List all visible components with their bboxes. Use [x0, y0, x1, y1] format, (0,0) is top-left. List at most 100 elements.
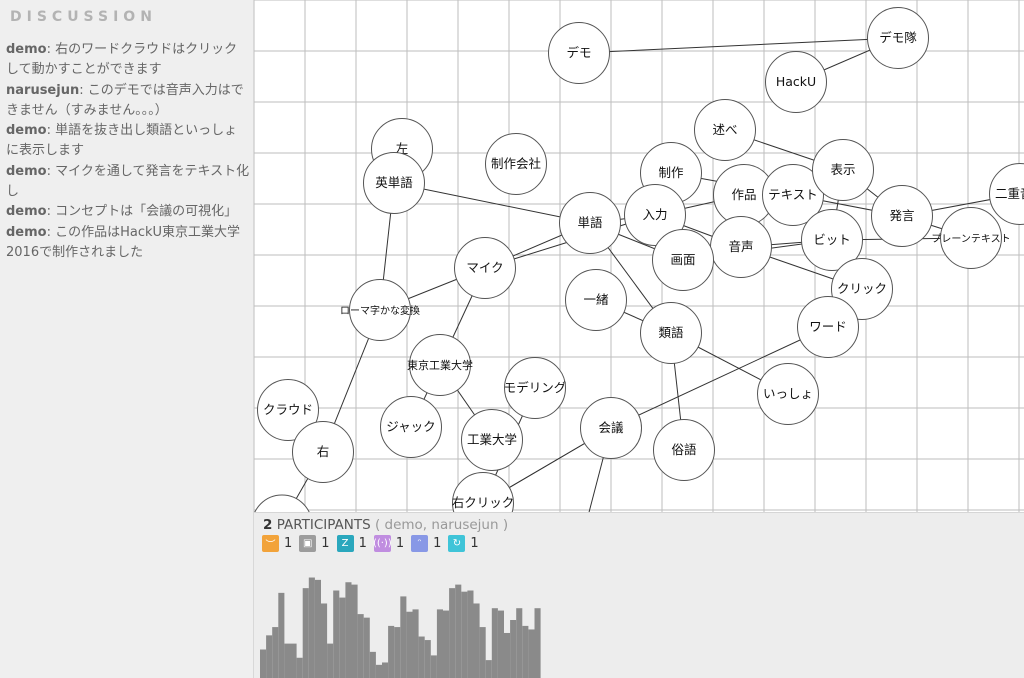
word-node-label: クリック: [837, 281, 887, 296]
word-node[interactable]: 音声: [710, 216, 772, 278]
word-node[interactable]: 一緒: [565, 269, 627, 331]
activity-bar: [522, 625, 529, 678]
activity-bar: [461, 591, 468, 678]
gray-face-icon: ▣: [299, 535, 317, 552]
word-node-label: いっしょ: [763, 386, 813, 401]
word-node[interactable]: 右クリック: [452, 472, 515, 513]
word-node[interactable]: 述べ: [694, 99, 756, 161]
word-node[interactable]: デモ: [548, 22, 610, 84]
participant-avatar-item: ᵔ1: [411, 535, 444, 552]
word-node[interactable]: 制作会社: [485, 133, 547, 195]
word-node-label: 表示: [830, 162, 855, 177]
activity-bar-chart: [260, 577, 541, 678]
word-node[interactable]: 表示: [812, 139, 874, 201]
activity-bar: [455, 584, 462, 678]
word-node[interactable]: マイク: [454, 237, 516, 299]
activity-bar: [314, 579, 321, 678]
word-node-label: 右クリック: [452, 495, 515, 510]
message-author: demo: [6, 163, 47, 179]
word-node-label: 類語: [658, 325, 684, 340]
activity-bar: [400, 596, 407, 678]
word-node[interactable]: 右: [292, 421, 354, 483]
word-node-label: ワード: [809, 319, 847, 334]
activity-bar: [412, 609, 419, 678]
word-node[interactable]: 単語: [559, 192, 621, 254]
activity-bar: [260, 649, 267, 678]
word-node-label: 入力: [642, 207, 667, 222]
activity-bar: [479, 627, 486, 678]
activity-bar: [375, 664, 382, 678]
word-node-label: 会議: [598, 420, 624, 435]
word-node-label: 作品: [731, 187, 756, 202]
activity-bar: [528, 629, 535, 678]
word-cloud-canvas[interactable]: デモデモ隊HackU述べ左英単語制作会社制作作品テキスト表示入力単語発言二重音声…: [254, 0, 1024, 512]
participant-avatar-item: ▣ 1: [299, 535, 332, 552]
activity-bar: [302, 588, 309, 678]
word-node[interactable]: 画面: [652, 229, 714, 291]
word-node-label: クラウド: [263, 402, 313, 417]
word-node[interactable]: 二重音声: [989, 163, 1024, 225]
word-cloud-graph[interactable]: デモデモ隊HackU述べ左英単語制作会社制作作品テキスト表示入力単語発言二重音声…: [254, 0, 1024, 512]
blue-face-icon: ᵔ: [411, 535, 429, 552]
word-node[interactable]: モデリング: [504, 357, 567, 419]
word-node[interactable]: プレーンテキスト: [931, 207, 1011, 269]
word-node[interactable]: 英単語: [363, 152, 425, 214]
word-node[interactable]: 工業大学: [461, 409, 523, 471]
participant-count: 1: [358, 536, 367, 551]
word-node[interactable]: HackU: [765, 51, 827, 113]
participant-count: 1: [433, 536, 442, 551]
word-node-label: デモ: [566, 45, 591, 60]
activity-bar: [272, 627, 279, 678]
word-node-label: ローマ字かな変換: [340, 304, 420, 317]
message-author: narusejun: [6, 82, 80, 98]
activity-bar: [406, 611, 413, 678]
word-node-label: 制作: [658, 165, 684, 180]
word-node[interactable]: 東京工業大学: [407, 334, 473, 396]
activity-bar: [424, 640, 431, 678]
activity-bar: [443, 610, 450, 678]
word-node[interactable]: 発言: [871, 185, 933, 247]
word-node[interactable]: ジャック: [380, 396, 442, 458]
activity-bar: [534, 608, 541, 678]
word-node-label: 述べ: [712, 122, 737, 137]
participant-count: 1: [395, 536, 405, 551]
activity-bar: [278, 592, 285, 678]
word-node[interactable]: 類語: [640, 302, 702, 364]
word-node[interactable]: いっしょ: [757, 363, 819, 425]
word-node-label: ジャック: [386, 419, 435, 434]
participant-avatars: ︶ 1 ▣ 1 Z 1 ((·)) 1 ᵔ 1 ↻ 1: [262, 535, 486, 552]
word-node[interactable]: 会議: [580, 397, 642, 459]
word-node-label: 単語: [577, 215, 603, 230]
activity-bar: [510, 620, 517, 678]
word-node-label: 発言: [889, 208, 914, 223]
word-node-clipped[interactable]: [254, 494, 312, 512]
activity-bar: [497, 610, 504, 678]
sidebar-title: DISCUSSION: [10, 9, 157, 25]
word-node-label: 音声: [728, 239, 753, 254]
activity-bar: [327, 643, 334, 678]
word-node-label: 工業大学: [467, 432, 517, 447]
word-node[interactable]: 俗語: [653, 419, 715, 481]
participant-avatar-item: ↻ 1: [448, 535, 481, 552]
activity-bar: [321, 603, 328, 678]
word-node[interactable]: ローマ字かな変換: [340, 279, 420, 341]
activity-bar: [388, 625, 395, 678]
activity-bar: [516, 608, 523, 678]
word-node-label: 二重音声: [995, 186, 1024, 201]
purple-wave-icon: ((·)): [373, 535, 392, 552]
word-node-label: 右: [317, 444, 330, 459]
activity-bar: [357, 614, 364, 678]
activity-bar: [266, 635, 273, 678]
word-node-label: 東京工業大学: [407, 358, 473, 372]
message-item: demo: マイクを通して発言をテキスト化し: [6, 163, 250, 200]
word-node-label: テキスト: [768, 187, 818, 202]
activity-bar: [485, 660, 492, 678]
activity-bar: [339, 597, 346, 678]
participants-panel: 2 PARTICIPANTS ( demo, narusejun ) ︶ 1 ▣ 1 Z…: [254, 512, 1024, 678]
message-author: demo: [6, 224, 47, 240]
word-node[interactable]: デモ隊: [867, 7, 929, 69]
message-text: コンセプトは「会議の可視化」: [55, 204, 238, 220]
activity-bar: [473, 603, 480, 678]
teal-z-icon: Z: [336, 535, 354, 552]
word-node[interactable]: ワード: [797, 296, 859, 358]
